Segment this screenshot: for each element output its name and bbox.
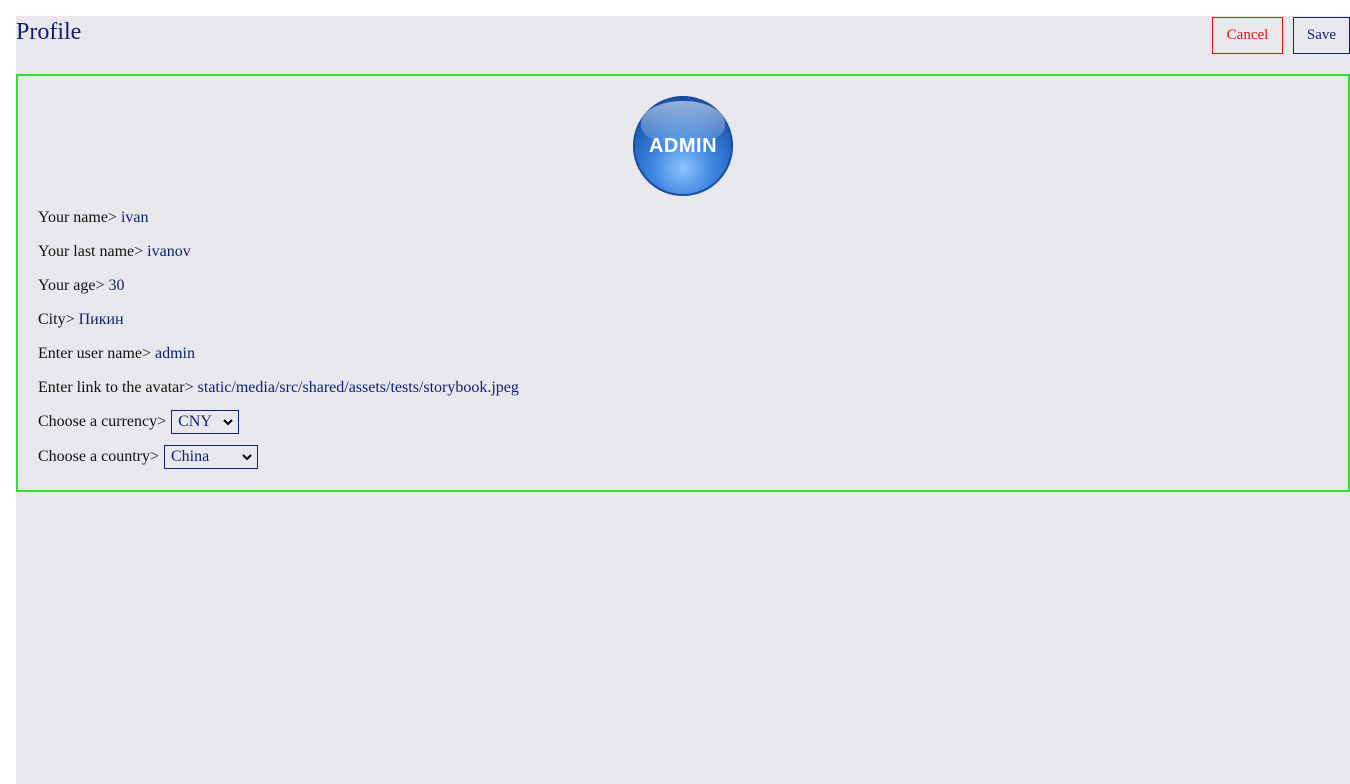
username-field[interactable]: Enter user name> admin — [38, 341, 195, 367]
last-name-field[interactable]: Your last name> ivanov — [38, 239, 191, 265]
first-name-input[interactable]: ivan — [121, 209, 149, 227]
first-name-field[interactable]: Your name> ivan — [38, 205, 149, 231]
profile-page: Profile Cancel Save ADMIN Your name> iva… — [16, 16, 1350, 784]
currency-select[interactable]: CNY — [171, 410, 240, 434]
avatar: ADMIN — [633, 96, 733, 196]
avatar-text: ADMIN — [648, 135, 718, 157]
country-field: Choose a country> China — [38, 444, 258, 470]
avatar-link-input[interactable]: static/media/src/shared/assets/tests/sto… — [198, 379, 519, 397]
cancel-button[interactable]: Cancel — [1212, 17, 1283, 54]
currency-field: Choose a currency> CNY — [38, 409, 240, 435]
city-input[interactable]: Пикин — [79, 311, 124, 329]
age-field[interactable]: Your age> 30 — [38, 273, 125, 299]
avatar-link-field[interactable]: Enter link to the avatar> static/media/s… — [38, 375, 519, 401]
country-select[interactable]: China — [164, 445, 258, 469]
currency-label: Choose a currency> — [38, 413, 167, 430]
page-title: Profile — [16, 19, 82, 45]
avatar-link-label: Enter link to the avatar> — [38, 379, 194, 396]
last-name-input[interactable]: ivanov — [147, 243, 191, 261]
save-button[interactable]: Save — [1293, 17, 1350, 54]
age-input[interactable]: 30 — [109, 277, 125, 295]
city-label: City> — [38, 311, 75, 328]
country-selected-value: China — [171, 448, 210, 465]
country-label: Choose a country> — [38, 448, 159, 465]
first-name-label: Your name> — [38, 209, 117, 226]
age-label: Your age> — [38, 277, 105, 294]
currency-selected-value: CNY — [178, 413, 212, 430]
last-name-label: Your last name> — [38, 243, 144, 260]
chevron-down-icon — [242, 454, 252, 461]
chevron-down-icon — [223, 419, 233, 426]
profile-card: ADMIN Your name> ivan Your last name> iv… — [16, 74, 1350, 492]
city-field[interactable]: City> Пикин — [38, 307, 124, 333]
username-label: Enter user name> — [38, 345, 151, 362]
username-input[interactable]: admin — [155, 345, 195, 363]
